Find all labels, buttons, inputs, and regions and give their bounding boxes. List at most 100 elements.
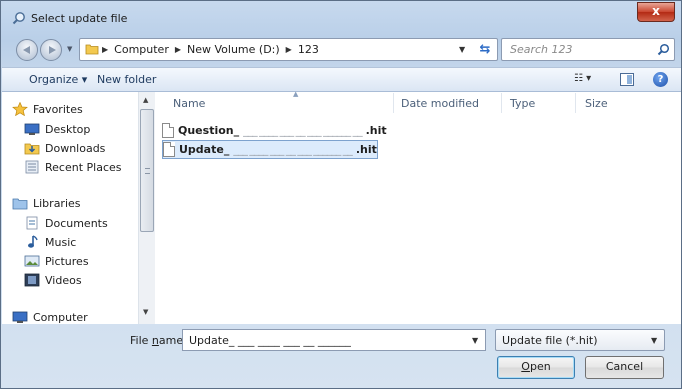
back-button[interactable] — [16, 39, 38, 61]
organize-button[interactable]: Organize ▾ — [29, 73, 87, 86]
label-part: pen — [529, 360, 551, 373]
nav-item-videos[interactable]: Videos — [24, 273, 82, 287]
navigation-pane: Favorites Desktop Downloads Recent Place… — [2, 92, 137, 324]
file-type-value: Update file (*.hit) — [502, 334, 598, 347]
nav-item-music[interactable]: Music — [24, 235, 76, 249]
window-title: Select update file — [31, 12, 128, 25]
search-placeholder: Search 123 — [510, 43, 573, 56]
address-history-chevron-down-icon[interactable]: ▼ — [459, 45, 465, 54]
chevron-right-icon[interactable]: ▶ — [175, 45, 181, 54]
column-name[interactable]: Name — [173, 97, 205, 110]
nav-label: Desktop — [45, 122, 91, 136]
nav-label: Videos — [45, 273, 82, 287]
star-icon — [12, 102, 28, 116]
chevron-down-icon[interactable]: ▼ — [651, 336, 657, 345]
recent-locations-chevron-down-icon[interactable]: ▼ — [67, 45, 72, 53]
content-area: Favorites Desktop Downloads Recent Place… — [2, 90, 681, 324]
preview-pane-icon[interactable] — [620, 73, 634, 86]
command-toolbar: Organize ▾ New folder ☷ ▾ ? — [2, 67, 681, 92]
address-bar[interactable]: ▶ Computer ▶ New Volume (D:) ▶ 123 ▼ ⇆ — [79, 38, 498, 61]
nav-item-favorites[interactable]: Favorites — [12, 102, 83, 116]
nav-item-computer[interactable]: Computer — [12, 310, 88, 324]
nav-label: Libraries — [33, 196, 81, 210]
refresh-icon[interactable]: ⇆ — [477, 42, 493, 58]
documents-icon — [26, 216, 38, 230]
scroll-up-icon[interactable]: ▲ — [143, 96, 148, 104]
file-list: ▲ Name Date modified Type Size Question_… — [155, 90, 681, 324]
scroll-down-icon[interactable]: ▼ — [143, 308, 148, 316]
file-row[interactable]: Question_ ___ ____ ___ __ ___ ______ __ .h… — [162, 121, 387, 140]
arrow-left-icon — [23, 46, 30, 54]
grip-icon — [145, 168, 150, 174]
nav-item-documents[interactable]: Documents — [24, 216, 108, 230]
forward-button[interactable] — [40, 39, 62, 61]
nav-item-recent-places[interactable]: Recent Places — [24, 160, 122, 174]
search-icon — [12, 12, 25, 25]
nav-item-pictures[interactable]: Pictures — [24, 254, 89, 268]
nav-item-desktop[interactable]: Desktop — [24, 122, 90, 136]
computer-icon — [12, 311, 28, 323]
nav-label: Documents — [45, 216, 108, 230]
nav-label: Downloads — [45, 141, 106, 155]
cancel-button[interactable]: Cancel — [585, 356, 664, 379]
column-divider[interactable] — [393, 93, 394, 113]
chevron-down-icon[interactable]: ▼ — [472, 336, 478, 345]
column-type[interactable]: Type — [510, 97, 535, 110]
column-header-row: ▲ Name Date modified Type Size — [155, 90, 681, 114]
label-mnemonic: n — [151, 334, 159, 347]
label-part: File — [130, 334, 152, 347]
sort-ascending-icon: ▲ — [293, 90, 299, 98]
nav-label: Computer — [33, 310, 88, 324]
search-icon[interactable] — [657, 43, 670, 56]
file-name-extension: .hit — [355, 143, 377, 156]
recent-places-icon — [25, 160, 39, 174]
scrollbar-thumb[interactable] — [140, 109, 154, 232]
column-divider[interactable] — [575, 93, 576, 113]
file-name-masked: ___ ____ ___ __ ___ ______ __ — [243, 124, 362, 137]
change-view-button[interactable]: ☷ ▾ — [574, 73, 602, 87]
file-name-masked: ___ ____ ___ __ ___ ______ __ — [233, 143, 352, 156]
file-name-label: File name: — [130, 334, 187, 347]
breadcrumb-123[interactable]: 123 — [298, 43, 319, 56]
search-input[interactable]: Search 123 — [501, 38, 675, 61]
breadcrumb-new-volume[interactable]: New Volume (D:) — [187, 43, 280, 56]
downloads-folder-icon — [24, 143, 40, 155]
file-name-extension: .hit — [365, 124, 387, 137]
nav-label: Music — [45, 235, 77, 249]
file-icon — [163, 142, 175, 157]
nav-pane-scrollbar[interactable]: ▲ ▼ — [138, 92, 155, 324]
file-icon — [162, 123, 174, 138]
folder-icon — [85, 44, 99, 55]
column-divider[interactable] — [501, 93, 502, 113]
nav-label: Recent Places — [45, 160, 122, 174]
column-date-modified[interactable]: Date modified — [401, 97, 479, 110]
close-button[interactable]: x — [637, 2, 675, 22]
file-row-selected[interactable]: Update_ ___ ____ ___ __ ___ ______ __ .hit — [162, 140, 378, 159]
breadcrumb-computer[interactable]: Computer — [114, 43, 169, 56]
nav-item-downloads[interactable]: Downloads — [24, 141, 105, 155]
pictures-icon — [24, 255, 40, 267]
file-open-dialog: Select update file x ▼ ▶ Computer ▶ New … — [0, 0, 682, 389]
desktop-icon — [24, 123, 40, 135]
file-name-prefix: Question_ — [178, 124, 240, 137]
label-mnemonic: O — [521, 360, 530, 373]
help-button[interactable]: ? — [653, 72, 668, 87]
column-size[interactable]: Size — [585, 97, 608, 110]
music-note-icon — [28, 235, 38, 248]
title-bar[interactable]: Select update file x — [1, 1, 681, 31]
libraries-icon — [12, 198, 28, 210]
new-folder-button[interactable]: New folder — [97, 73, 156, 86]
nav-label: Pictures — [45, 254, 89, 268]
open-button[interactable]: Open — [497, 356, 575, 379]
file-name-prefix: Update_ — [179, 143, 230, 156]
arrow-right-icon — [49, 46, 56, 54]
videos-icon — [24, 273, 40, 287]
file-name-field[interactable]: Update_ ___ ____ ___ __ ______ ▼ — [182, 329, 486, 351]
chevron-right-icon[interactable]: ▶ — [102, 45, 108, 54]
file-name-value: Update_ ___ ____ ___ __ ______ — [189, 334, 351, 347]
nav-label: Favorites — [33, 102, 83, 116]
nav-item-libraries[interactable]: Libraries — [12, 196, 81, 210]
chevron-right-icon[interactable]: ▶ — [286, 45, 292, 54]
breadcrumb: ▶ Computer ▶ New Volume (D:) ▶ 123 — [102, 43, 319, 56]
file-type-select[interactable]: Update file (*.hit) ▼ — [495, 329, 665, 351]
